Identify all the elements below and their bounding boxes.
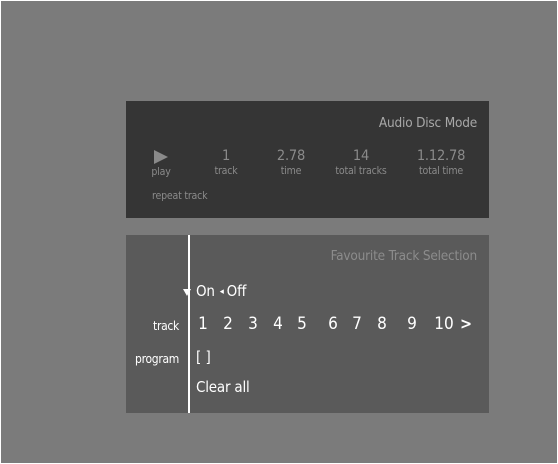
track-button-6[interactable]: 6 xyxy=(321,314,345,334)
track-value: 1 xyxy=(221,148,231,164)
selection-marker-icon xyxy=(183,289,191,296)
program-row-label: program xyxy=(135,352,179,366)
toggle-off-option[interactable]: Off xyxy=(227,282,247,300)
next-tracks-arrow-icon[interactable]: > xyxy=(460,314,472,333)
favourite-title: Favourite Track Selection xyxy=(330,248,478,264)
time-value: 2.78 xyxy=(276,148,306,164)
play-label: play xyxy=(151,166,171,178)
track-button-8[interactable]: 8 xyxy=(370,314,394,334)
track-button-1[interactable]: 1 xyxy=(191,314,215,334)
track-button-2[interactable]: 2 xyxy=(216,314,240,334)
favourite-track-panel: Favourite Track Selection On ◂ Off track p… xyxy=(126,235,489,413)
track-row-label: track xyxy=(153,319,179,333)
track-button-9[interactable]: 9 xyxy=(400,314,424,334)
total-tracks-label: total tracks xyxy=(335,165,387,177)
track-button-7[interactable]: 7 xyxy=(345,314,369,334)
total-tracks-status: 14 total tracks xyxy=(326,147,396,178)
track-status: 1 track xyxy=(201,147,251,178)
time-label: time xyxy=(280,165,302,177)
clear-all-button[interactable]: Clear all xyxy=(196,378,250,396)
track-button-4[interactable]: 4 xyxy=(266,314,290,334)
track-button-10[interactable]: 10 xyxy=(429,314,459,334)
play-status[interactable]: play xyxy=(136,150,186,179)
time-status: 2.78 time xyxy=(266,147,316,178)
audio-disc-status-panel: Audio Disc Mode play 1 track 2.78 time 1… xyxy=(126,101,489,218)
total-time-value: 1.12.78 xyxy=(416,148,466,164)
total-time-label: total time xyxy=(419,165,463,177)
mode-title: Audio Disc Mode xyxy=(378,115,477,131)
repeat-track-label: repeat track xyxy=(152,190,208,202)
track-label: track xyxy=(214,165,238,177)
toggle-arrow-icon: ◂ xyxy=(219,287,224,297)
toggle-on-option[interactable]: On xyxy=(196,282,215,300)
column-divider xyxy=(188,235,190,413)
play-icon xyxy=(154,150,168,164)
program-value: [ ] xyxy=(196,348,211,366)
track-button-3[interactable]: 3 xyxy=(241,314,265,334)
track-button-5[interactable]: 5 xyxy=(290,314,314,334)
favourite-toggle[interactable]: On ◂ Off xyxy=(196,282,246,300)
total-tracks-value: 14 xyxy=(352,148,370,164)
total-time-status: 1.12.78 total time xyxy=(406,147,476,178)
